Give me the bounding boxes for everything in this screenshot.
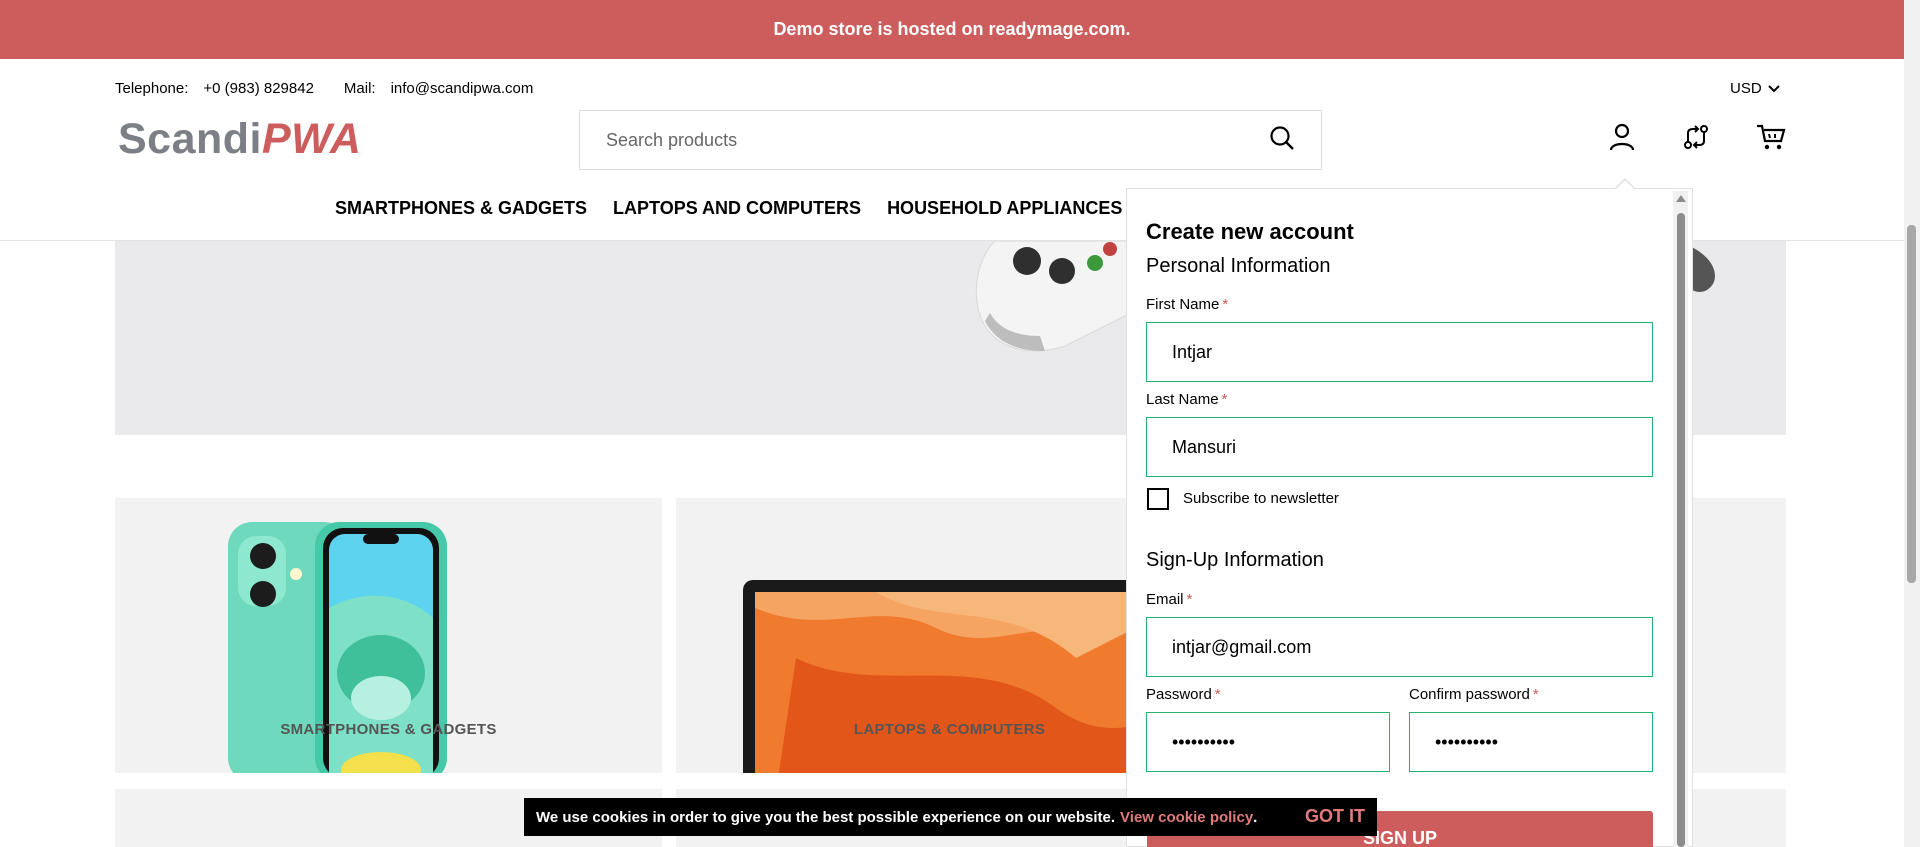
confirm-password-value: •••••••••• xyxy=(1435,731,1499,752)
last-name-label-text: Last Name xyxy=(1146,391,1219,408)
confirm-password-field[interactable]: •••••••••• xyxy=(1409,712,1653,772)
cookie-period: . xyxy=(1253,808,1258,826)
got-it-button[interactable]: GOT IT xyxy=(1305,806,1365,827)
page: Demo store is hosted on readymage.com. T… xyxy=(0,0,1920,847)
first-name-label-text: First Name xyxy=(1146,296,1220,313)
category-tile-smartphones[interactable]: SMARTPHONES & GADGETS xyxy=(115,498,662,773)
cookie-bar: We use cookies in order to give you the … xyxy=(524,798,1377,836)
newsletter-checkbox[interactable] xyxy=(1147,488,1169,510)
compare-icon[interactable] xyxy=(1681,122,1711,152)
main-nav: SMARTPHONES & GADGETS LAPTOPS AND COMPUT… xyxy=(335,198,1122,219)
password-field[interactable]: •••••••••• xyxy=(1146,712,1390,772)
last-name-value: Mansuri xyxy=(1172,436,1237,457)
account-icon[interactable] xyxy=(1607,122,1637,152)
search-box[interactable]: Search products xyxy=(579,110,1322,170)
last-name-field[interactable]: Mansuri xyxy=(1146,417,1653,477)
nav-item-household[interactable]: HOUSEHOLD APPLIANCES xyxy=(887,198,1122,219)
currency-value: USD xyxy=(1730,80,1762,97)
required-mark: * xyxy=(1186,591,1193,608)
first-name-value: Intjar xyxy=(1172,341,1213,362)
chevron-down-icon xyxy=(1767,80,1780,97)
cookie-message: We use cookies in order to give you the … xyxy=(536,808,1116,826)
required-mark: * xyxy=(1532,686,1539,703)
site-logo[interactable]: ScandiPWA xyxy=(118,114,361,164)
email-field[interactable]: intjar@gmail.com xyxy=(1146,617,1653,677)
tile-label-smartphones: SMARTPHONES & GADGETS xyxy=(280,721,497,738)
email-value: intjar@gmail.com xyxy=(1172,636,1312,657)
popup-title: Create new account xyxy=(1146,219,1354,244)
telephone-label: Telephone: xyxy=(115,80,189,97)
first-name-field[interactable]: Intjar xyxy=(1146,322,1653,382)
first-name-label: First Name * xyxy=(1146,296,1228,313)
scroll-up-arrow-icon[interactable] xyxy=(1676,195,1686,202)
last-name-label: Last Name * xyxy=(1146,391,1227,408)
popup-caret-inner xyxy=(1615,180,1635,190)
telephone-value[interactable]: +0 (983) 829842 xyxy=(203,80,314,97)
mail-label: Mail: xyxy=(343,80,376,97)
required-mark: * xyxy=(1214,686,1221,703)
confirm-password-label: Confirm password * xyxy=(1409,686,1539,703)
currency-selector[interactable]: USD xyxy=(1730,80,1780,97)
nav-item-laptops[interactable]: LAPTOPS AND COMPUTERS xyxy=(613,198,861,219)
personal-section-title: Personal Information xyxy=(1146,255,1331,277)
demo-banner-text: Demo store is hosted on readymage.com. xyxy=(773,19,1131,39)
confirm-password-label-text: Confirm password xyxy=(1409,686,1530,703)
password-label-text: Password xyxy=(1146,686,1212,703)
password-value: •••••••••• xyxy=(1172,731,1236,752)
mail-value[interactable]: info@scandipwa.com xyxy=(391,80,534,97)
contact-bar: Telephone: +0 (983) 829842 Mail: info@sc… xyxy=(115,80,563,97)
cart-icon[interactable] xyxy=(1756,122,1786,152)
logo-pwa: PWA xyxy=(262,115,362,163)
logo-scandi: Scandi xyxy=(118,115,262,163)
search-input[interactable]: Search products xyxy=(606,130,1269,151)
nav-item-smartphones[interactable]: SMARTPHONES & GADGETS xyxy=(335,198,587,219)
required-mark: * xyxy=(1221,391,1228,408)
password-label: Password * xyxy=(1146,686,1221,703)
newsletter-label[interactable]: Subscribe to newsletter xyxy=(1183,490,1339,507)
email-label-text: Email xyxy=(1146,591,1184,608)
email-label: Email * xyxy=(1146,591,1192,608)
popup-scrollbar-thumb[interactable] xyxy=(1677,213,1685,847)
page-scrollbar-thumb[interactable] xyxy=(1907,225,1916,583)
signup-section-title: Sign-Up Information xyxy=(1146,549,1324,571)
required-mark: * xyxy=(1222,296,1229,313)
demo-banner: Demo store is hosted on readymage.com. xyxy=(0,0,1904,59)
cookie-policy-link[interactable]: View cookie policy xyxy=(1120,809,1253,826)
search-icon[interactable] xyxy=(1269,125,1295,156)
